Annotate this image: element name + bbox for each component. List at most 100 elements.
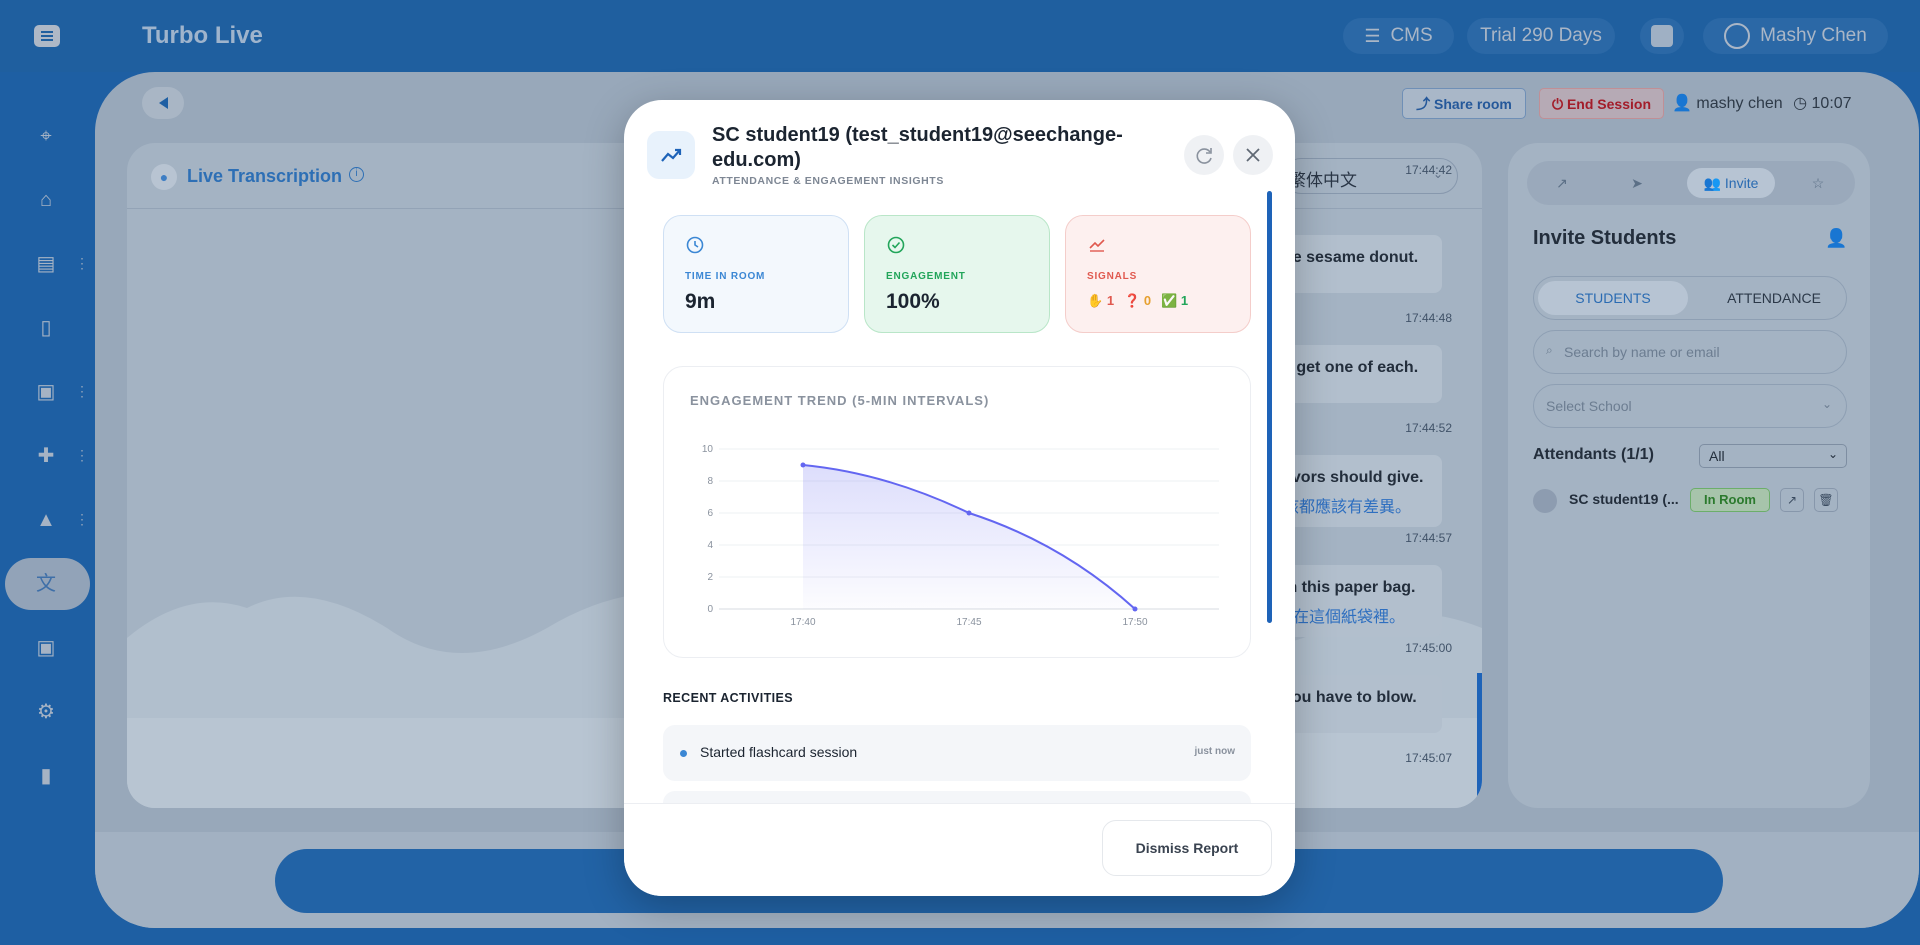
tab-insights[interactable]: ↗ bbox=[1537, 168, 1587, 198]
clock-icon: ◷ bbox=[1793, 95, 1808, 112]
recent-activities-title: RECENT ACTIVITIES bbox=[663, 691, 793, 705]
signals-row: ✋ 1 ❓ 0 ✅ 1 bbox=[1087, 293, 1188, 309]
close-icon bbox=[1246, 148, 1260, 162]
trend-icon: ↗ bbox=[1556, 175, 1568, 191]
list-icon: ☰ bbox=[1364, 25, 1381, 46]
tab-favorites[interactable]: ☆ bbox=[1793, 168, 1843, 198]
share-room-button[interactable]: ⤴ Share room bbox=[1402, 88, 1526, 119]
filter-value: All bbox=[1709, 448, 1725, 464]
user-icon: 👤 bbox=[1672, 95, 1692, 112]
user-menu[interactable]: Mashy Chen bbox=[1703, 18, 1888, 54]
signals-card: SIGNALS ✋ 1 ❓ 0 ✅ 1 bbox=[1065, 215, 1251, 333]
translate-button[interactable] bbox=[1640, 18, 1684, 54]
search-icon: ⌕ bbox=[1546, 343, 1553, 357]
bar-chart-icon[interactable]: ▮ bbox=[34, 764, 58, 788]
search-placeholder: Search by name or email bbox=[1564, 344, 1720, 360]
dismiss-report-button[interactable]: Dismiss Report bbox=[1102, 820, 1272, 876]
close-button[interactable] bbox=[1233, 135, 1273, 175]
cms-button[interactable]: ☰ CMS bbox=[1343, 18, 1454, 54]
chat-icon[interactable]: ▣ bbox=[34, 380, 58, 404]
message-time: 17:45:00 bbox=[1405, 641, 1452, 655]
time-in-room-card: TIME IN ROOM 9m bbox=[663, 215, 849, 333]
home-icon[interactable]: ⌂ bbox=[34, 188, 58, 212]
transcript-message: avors should give. 該都應該有差異。 bbox=[1277, 455, 1442, 527]
engagement-trend-card: ENGAGEMENT TREND (5-MIN INTERVALS) 02468… bbox=[663, 366, 1251, 658]
chevron-down-icon: ⌄ bbox=[1827, 447, 1838, 461]
modal-title: SC student19 (test_student19@seechange-e… bbox=[712, 124, 1123, 171]
info-icon[interactable]: i bbox=[349, 167, 364, 182]
message-text: a get one of each. bbox=[1283, 359, 1419, 376]
cms-label: CMS bbox=[1390, 25, 1433, 46]
message-text: avors should give. bbox=[1283, 469, 1424, 486]
attendance-tab[interactable]: ATTENDANCE bbox=[1704, 281, 1844, 315]
activity-dot-icon bbox=[680, 750, 687, 757]
puzzle-icon[interactable]: ✚ bbox=[34, 444, 58, 468]
school-select[interactable]: Select School ⌄ bbox=[1533, 384, 1847, 428]
modal-subtitle: ATTENDANCE & ENGAGEMENT INSIGHTS bbox=[712, 175, 944, 187]
delete-button[interactable]: 🗑 bbox=[1814, 488, 1838, 512]
power-icon: ⏻ bbox=[1552, 96, 1567, 112]
microphone-icon: ● bbox=[151, 164, 177, 190]
menu-icon[interactable] bbox=[34, 25, 60, 47]
raised-hand-signal: ✋ 1 bbox=[1087, 293, 1114, 309]
session-host: 👤 mashy chen ◷ 10:07 bbox=[1672, 93, 1852, 113]
book-icon[interactable]: ▤ bbox=[34, 252, 58, 276]
data-point bbox=[800, 462, 806, 468]
activity-item: Started flashcard session just now bbox=[663, 725, 1251, 781]
students-tab[interactable]: STUDENTS bbox=[1538, 281, 1688, 315]
translate-icon bbox=[1651, 25, 1673, 47]
message-time: 17:44:57 bbox=[1405, 531, 1452, 545]
transcript-scrollbar[interactable] bbox=[1477, 673, 1482, 808]
question-count: 0 bbox=[1143, 293, 1152, 308]
activity-text: Started flashcard session bbox=[700, 744, 858, 760]
search-input[interactable]: ⌕ Search by name or email bbox=[1533, 330, 1847, 374]
top-bar: Turbo Live ☰ CMS Trial 290 Days Mashy Ch… bbox=[0, 0, 1920, 72]
student-name: SC student19 (... bbox=[1569, 491, 1679, 507]
message-time: 17:45:07 bbox=[1405, 751, 1452, 765]
add-user-icon[interactable]: 👤 bbox=[1825, 228, 1847, 249]
translate-active-icon[interactable]: 文 bbox=[34, 572, 58, 596]
attendant-filter-select[interactable]: All ⌄ bbox=[1699, 444, 1847, 468]
users-icon: 👥 bbox=[1703, 175, 1725, 191]
language-select[interactable]: 繁体中文 ⌄ bbox=[1283, 158, 1458, 194]
trial-badge[interactable]: Trial 290 Days bbox=[1467, 18, 1615, 54]
more-dots-icon[interactable]: ⋮ bbox=[75, 384, 89, 398]
transcript-message: a get one of each. bbox=[1277, 345, 1442, 403]
trend-button[interactable]: ↗ bbox=[1780, 488, 1804, 512]
more-dots-icon[interactable]: ⋮ bbox=[75, 256, 89, 270]
time-in-room-value: 9m bbox=[685, 290, 716, 313]
end-session-button[interactable]: ⏻ End Session bbox=[1539, 88, 1664, 119]
y-tick-label: 0 bbox=[707, 604, 713, 615]
back-button[interactable] bbox=[142, 87, 184, 119]
tab-send[interactable]: ➤ bbox=[1612, 168, 1662, 198]
graduation-cap-icon[interactable]: ▲ bbox=[34, 508, 58, 532]
student-report-modal: SC student19 (test_student19@seechange-e… bbox=[624, 100, 1295, 896]
activity-icon bbox=[1089, 239, 1105, 252]
more-dots-icon[interactable]: ⋮ bbox=[75, 448, 89, 462]
trend-badge bbox=[647, 131, 695, 179]
refresh-button[interactable] bbox=[1184, 135, 1224, 175]
transcript-message: he sesame donut. bbox=[1277, 235, 1442, 293]
engagement-card: ENGAGEMENT 100% bbox=[864, 215, 1050, 333]
y-tick-label: 2 bbox=[707, 572, 713, 583]
message-translation: • 在這個紙袋裡。 bbox=[1283, 609, 1406, 626]
message-time: 17:44:52 bbox=[1405, 421, 1452, 435]
activity-time: just now bbox=[1194, 746, 1235, 757]
chat-bubbles-icon[interactable]: ▣ bbox=[34, 636, 58, 660]
raised-hand-icon: ✋ bbox=[1087, 293, 1104, 308]
star-icon: ☆ bbox=[1811, 175, 1825, 191]
more-dots-icon[interactable]: ⋮ bbox=[75, 512, 89, 526]
modal-scrollbar[interactable] bbox=[1267, 191, 1272, 623]
tab-invite[interactable]: 👥 Invite bbox=[1687, 168, 1775, 198]
share-room-label: Share room bbox=[1434, 96, 1512, 112]
map-pin-icon[interactable]: ⌖ bbox=[34, 124, 58, 148]
document-icon[interactable]: ▯ bbox=[34, 316, 58, 340]
transcript-message: you have to blow. bbox=[1277, 675, 1442, 733]
tab-invite-label: Invite bbox=[1724, 175, 1759, 191]
invite-panel: ↗ ➤ 👥 Invite ☆ Invite Students 👤 STUDENT… bbox=[1508, 143, 1870, 808]
y-tick-label: 10 bbox=[702, 444, 714, 455]
settings-icon[interactable]: ⚙ bbox=[34, 700, 58, 724]
user-avatar-icon bbox=[1724, 23, 1751, 49]
check-circle-icon bbox=[887, 236, 905, 254]
y-tick-label: 6 bbox=[707, 508, 713, 519]
